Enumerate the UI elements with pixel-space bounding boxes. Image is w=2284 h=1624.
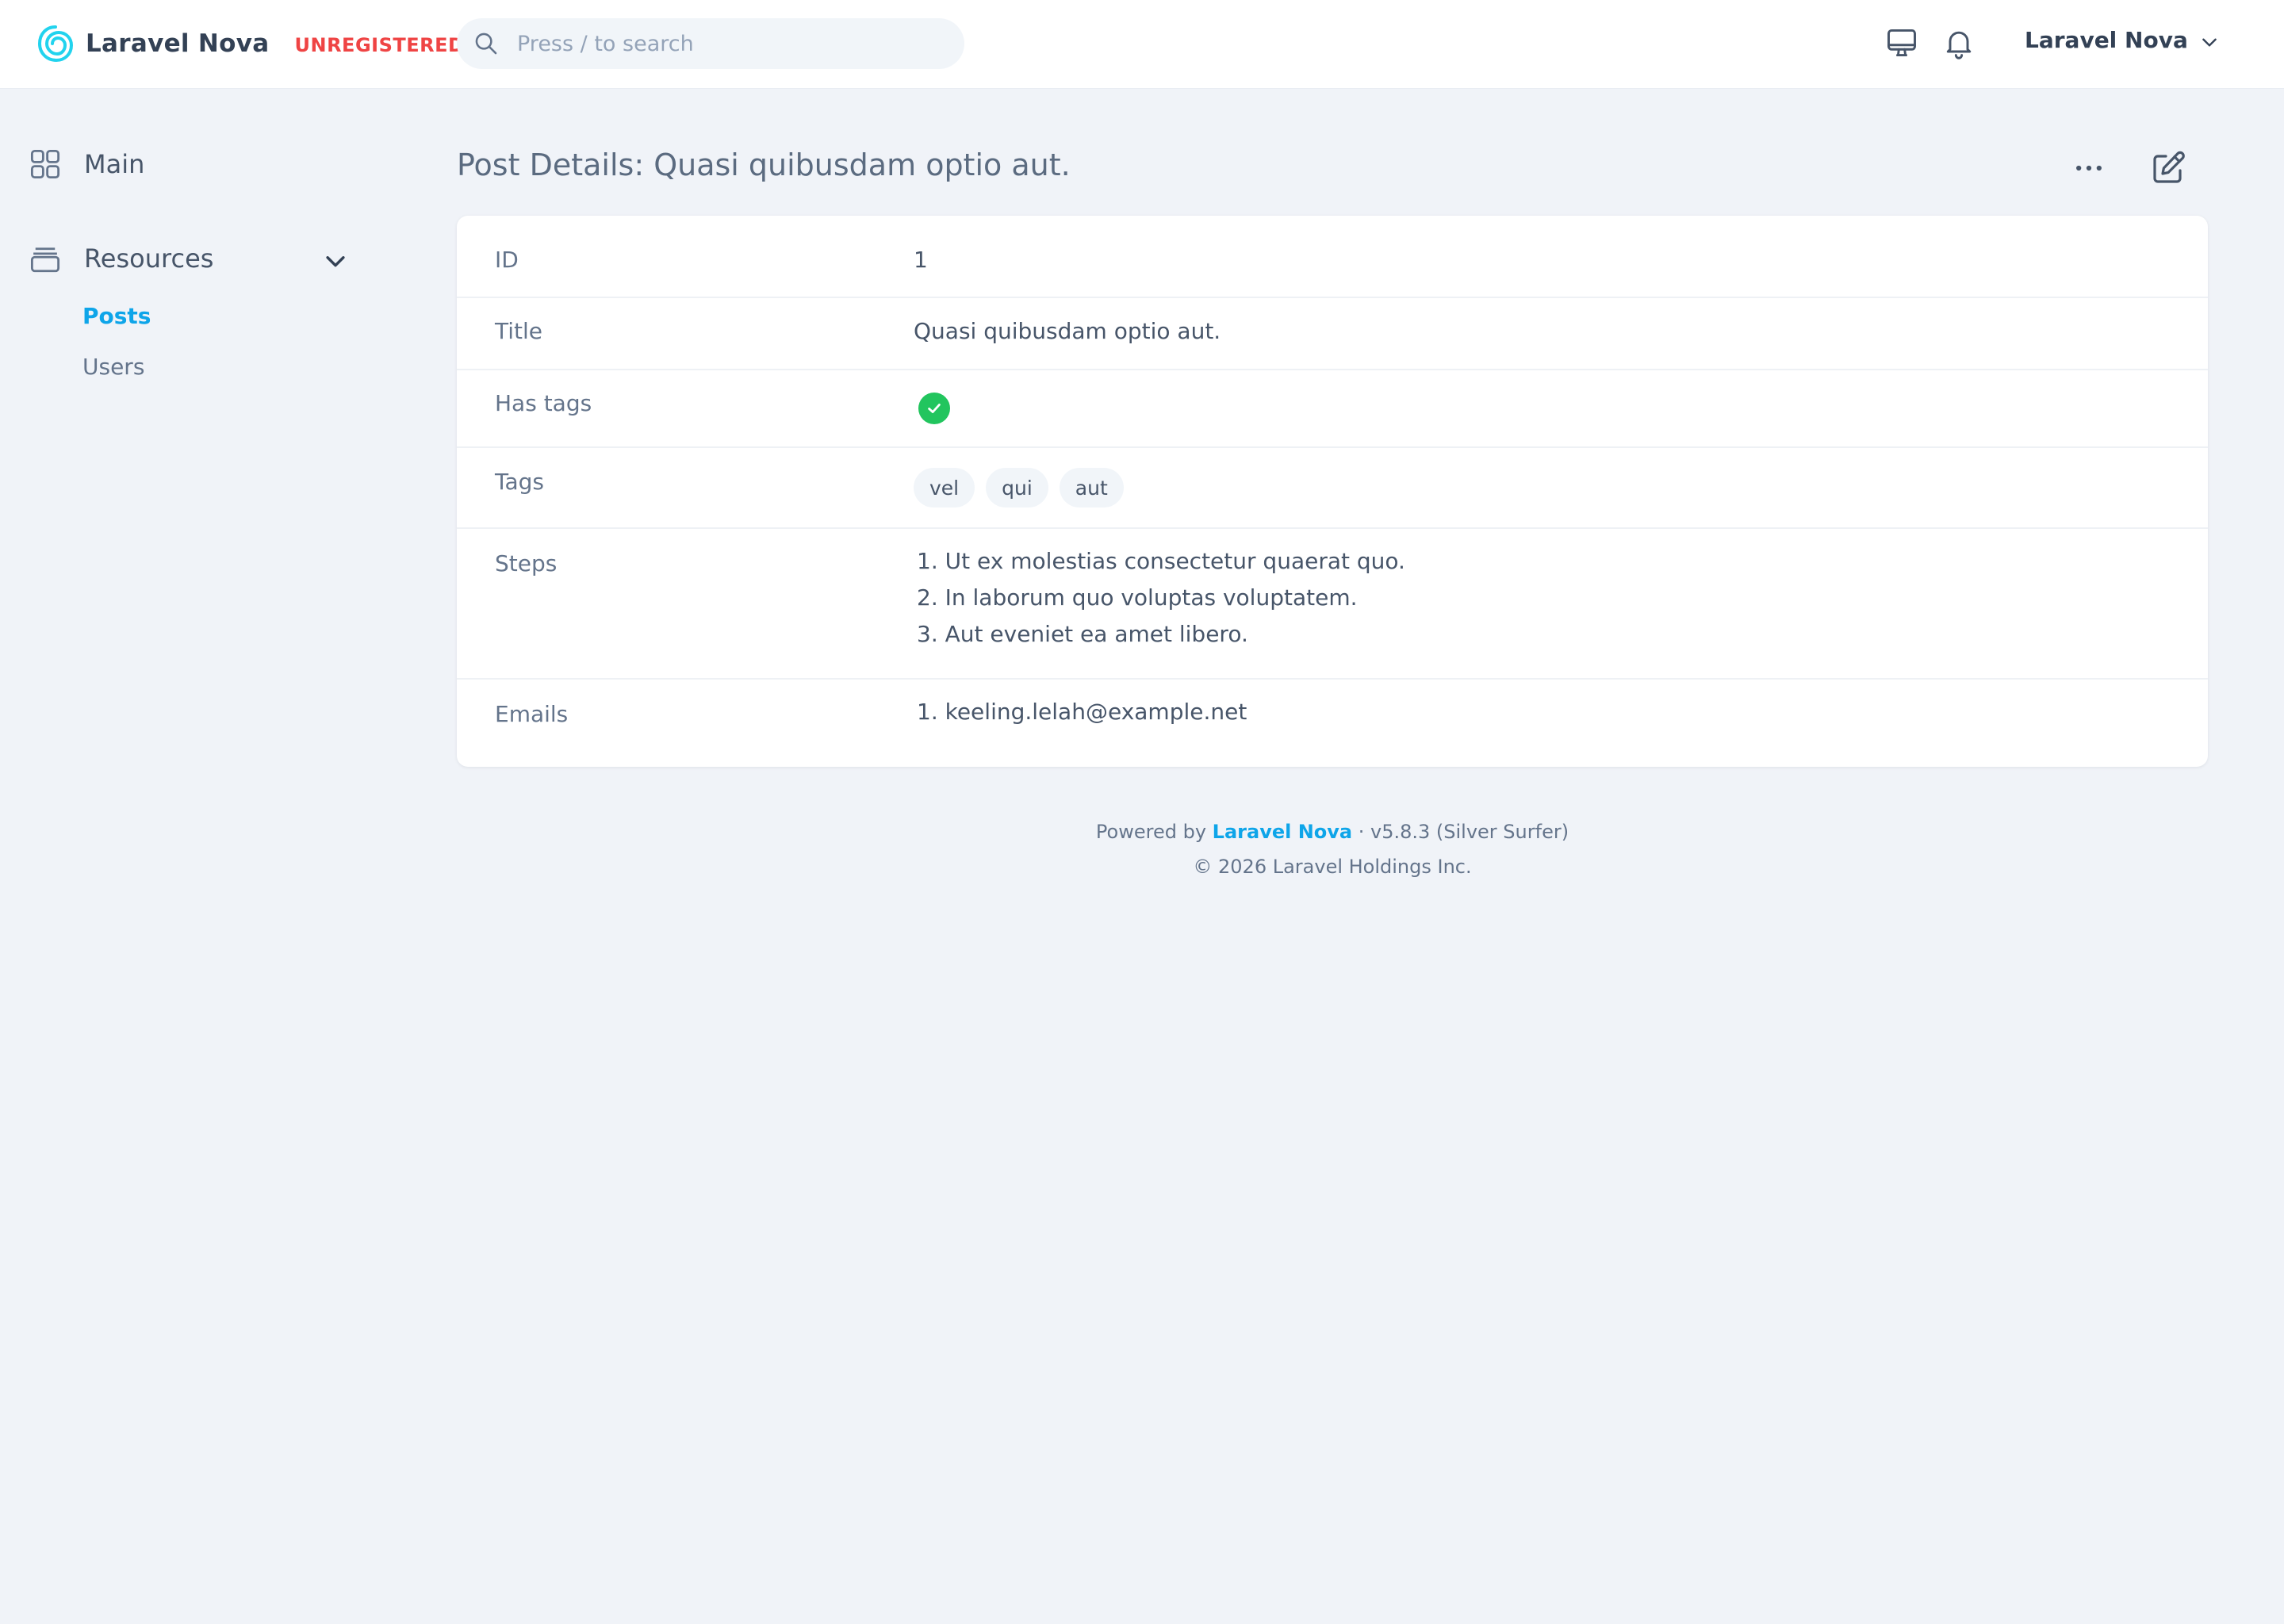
user-menu[interactable]: Laravel Nova (2025, 27, 2220, 53)
list-item: 2. In laborum quo voluptas voluptatem. (917, 584, 1358, 611)
footer-copyright: © 2026 Laravel Holdings Inc. (1193, 856, 1472, 878)
ellipsis-icon (2076, 165, 2102, 171)
search-input[interactable] (517, 31, 929, 56)
top-bar: Laravel Nova UNREGISTERED Laravel Nova (0, 0, 2284, 89)
search-icon (475, 33, 497, 55)
detail-row-emails: Emails 1. keeling.lelah@example.net (457, 680, 2208, 767)
field-value: 1 (914, 247, 928, 273)
sidebar-item-label: Resources (84, 243, 214, 274)
grid-icon (30, 149, 60, 179)
brand[interactable]: Laravel Nova UNREGISTERED (36, 24, 464, 63)
chevron-down-icon[interactable] (322, 247, 349, 274)
monitor-icon (1887, 29, 1916, 57)
field-label: Steps (495, 550, 558, 576)
detail-row-id: ID 1 (457, 216, 2208, 298)
bell-icon (1946, 31, 1972, 59)
field-label: Tags (495, 469, 544, 495)
emails-list: 1. keeling.lelah@example.net (917, 694, 1247, 730)
pencil-square-icon (2153, 151, 2185, 183)
detail-row-tags: Tags vel qui aut (457, 448, 2208, 529)
more-actions-button[interactable] (2071, 151, 2106, 186)
field-label: ID (495, 247, 519, 273)
nova-link[interactable]: Laravel Nova (1213, 821, 1352, 843)
tag-badge: aut (1059, 468, 1124, 508)
edit-button[interactable] (2149, 149, 2187, 187)
check-circle-icon (918, 393, 950, 424)
detail-card: ID 1 Title Quasi quibusdam optio aut. Ha… (457, 216, 2208, 767)
check-icon (928, 404, 941, 413)
detail-row-title: Title Quasi quibusdam optio aut. (457, 298, 2208, 370)
field-label: Emails (495, 701, 569, 727)
list-item: 1. keeling.lelah@example.net (917, 699, 1247, 725)
powered-prefix: Powered by (1095, 821, 1207, 843)
license-badge: UNREGISTERED (294, 34, 465, 56)
archive-box-icon (30, 247, 60, 273)
sidebar-item-posts[interactable]: Posts (82, 303, 151, 329)
list-item: 1. Ut ex molestias consectetur quaerat q… (917, 548, 1405, 574)
steps-list: 1. Ut ex molestias consectetur quaerat q… (917, 543, 1405, 653)
footer-powered-by: Powered by Laravel Nova · v5.8.3 (Silver… (457, 821, 2208, 843)
sidebar-item-users[interactable]: Users (82, 354, 144, 380)
tag-list: vel qui aut (914, 468, 1135, 508)
brand-name: Laravel Nova (86, 29, 270, 58)
detail-row-has-tags: Has tags (457, 370, 2208, 448)
sidebar-item-main[interactable]: Main (29, 147, 144, 181)
tag-badge: vel (914, 468, 975, 508)
field-label: Has tags (495, 390, 592, 416)
notifications-button[interactable] (1941, 25, 1976, 60)
detail-row-steps: Steps 1. Ut ex molestias consectetur qua… (457, 529, 2208, 680)
field-value (918, 393, 950, 424)
sidebar-item-label: Main (84, 149, 145, 179)
nova-logo-icon (37, 25, 74, 63)
list-item: 3. Aut eveniet ea amet libero. (917, 621, 1248, 647)
page-title: Post Details: Quasi quibusdam optio aut. (457, 147, 1071, 182)
version-text: · v5.8.3 (Silver Surfer) (1358, 821, 1569, 843)
global-search[interactable] (457, 18, 964, 69)
tag-badge: qui (986, 468, 1048, 508)
field-label: Title (495, 318, 543, 344)
user-name: Laravel Nova (2025, 27, 2188, 53)
chevron-down-icon (2202, 38, 2217, 47)
sidebar-item-resources[interactable]: Resources (29, 242, 213, 275)
theme-switcher-button[interactable] (1884, 25, 1919, 60)
field-value: Quasi quibusdam optio aut. (914, 318, 1221, 344)
